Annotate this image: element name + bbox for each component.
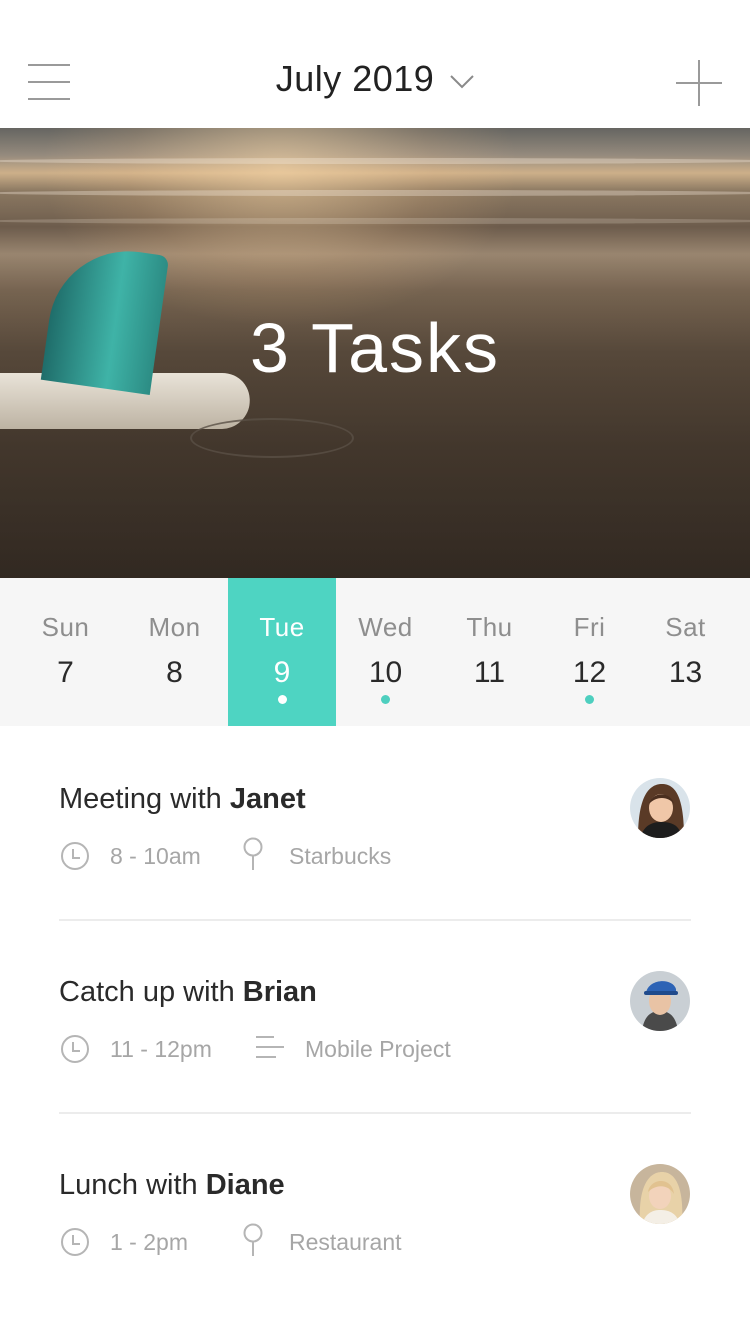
task-time: 8 - 10am <box>110 843 201 869</box>
clock-icon <box>61 842 89 870</box>
day-name: Mon <box>148 612 201 642</box>
wave-line <box>0 158 750 164</box>
day-mon[interactable]: Mon 8 <box>121 578 228 726</box>
task-item[interactable]: Meeting with Janet 8 - 10am Starbucks <box>0 727 750 920</box>
brian-avatar <box>630 971 690 1031</box>
task-title: Meeting with Janet <box>59 783 306 816</box>
diane-avatar <box>630 1164 690 1224</box>
day-fri[interactable]: Fri 12 <box>536 578 643 726</box>
task-title-prefix: Catch up with <box>59 976 243 1008</box>
clock-icon <box>61 1228 89 1256</box>
task-item[interactable]: Catch up with Brian 11 - 12pm Mobile Pro… <box>0 920 750 1113</box>
event-dot <box>585 695 594 704</box>
day-name: Wed <box>358 612 413 642</box>
task-location: Restaurant <box>289 1229 402 1255</box>
day-number: 12 <box>572 656 607 689</box>
chevron-down-icon <box>450 75 475 89</box>
leash-rope-image <box>190 418 354 458</box>
task-project: Mobile Project <box>305 1036 451 1062</box>
clock-icon <box>61 1035 89 1063</box>
task-title: Catch up with Brian <box>59 976 317 1009</box>
month-label: July 2019 <box>275 58 435 99</box>
day-name: Sun <box>41 612 90 642</box>
task-item[interactable]: Lunch with Diane 1 - 2pm Restaurant <box>0 1113 750 1306</box>
location-pin-icon <box>243 837 263 870</box>
plus-icon[interactable] <box>676 60 722 106</box>
task-title-prefix: Lunch with <box>59 1169 206 1201</box>
day-name: Sat <box>665 612 706 642</box>
app-header: July 2019 <box>0 0 750 128</box>
day-number: 9 <box>273 656 291 689</box>
wave-line <box>0 190 750 196</box>
event-dot <box>381 695 390 704</box>
task-location: Starbucks <box>289 843 392 869</box>
day-sat[interactable]: Sat 13 <box>632 578 739 726</box>
notes-lines-icon <box>256 1036 284 1058</box>
day-wed[interactable]: Wed 10 <box>332 578 439 726</box>
wave-line <box>0 218 750 224</box>
task-title-name: Brian <box>242 976 317 1008</box>
task-title: Lunch with Diane <box>59 1169 285 1202</box>
day-sun[interactable]: Sun 7 <box>12 578 119 726</box>
day-number: 13 <box>668 656 703 689</box>
task-title-name: Janet <box>229 783 306 815</box>
day-number: 11 <box>473 656 506 689</box>
task-time: 1 - 2pm <box>110 1229 188 1255</box>
day-tue-selected[interactable]: Tue 9 <box>228 578 336 726</box>
day-thu[interactable]: Thu 11 <box>436 578 543 726</box>
month-selector[interactable]: July 2019 <box>276 58 475 100</box>
day-number: 8 <box>166 656 183 689</box>
task-title-prefix: Meeting with <box>59 783 230 815</box>
day-number: 10 <box>368 656 403 689</box>
task-title-name: Diane <box>205 1169 285 1201</box>
location-pin-icon <box>243 1223 263 1256</box>
task-time: 11 - 12pm <box>110 1036 212 1062</box>
janet-avatar <box>630 778 690 838</box>
task-count-title: 3 Tasks <box>249 309 501 387</box>
day-name: Tue <box>259 612 305 642</box>
day-name: Thu <box>466 612 513 642</box>
event-dot <box>277 695 287 704</box>
hero-banner: 3 Tasks <box>0 128 750 578</box>
day-name: Fri <box>573 612 606 642</box>
week-strip: Sun 7 Mon 8 Tue 9 Wed 10 Thu 11 Fri 12 S… <box>0 578 750 726</box>
month-selector-wrap: July 2019 <box>0 58 750 100</box>
day-number: 7 <box>57 656 74 689</box>
